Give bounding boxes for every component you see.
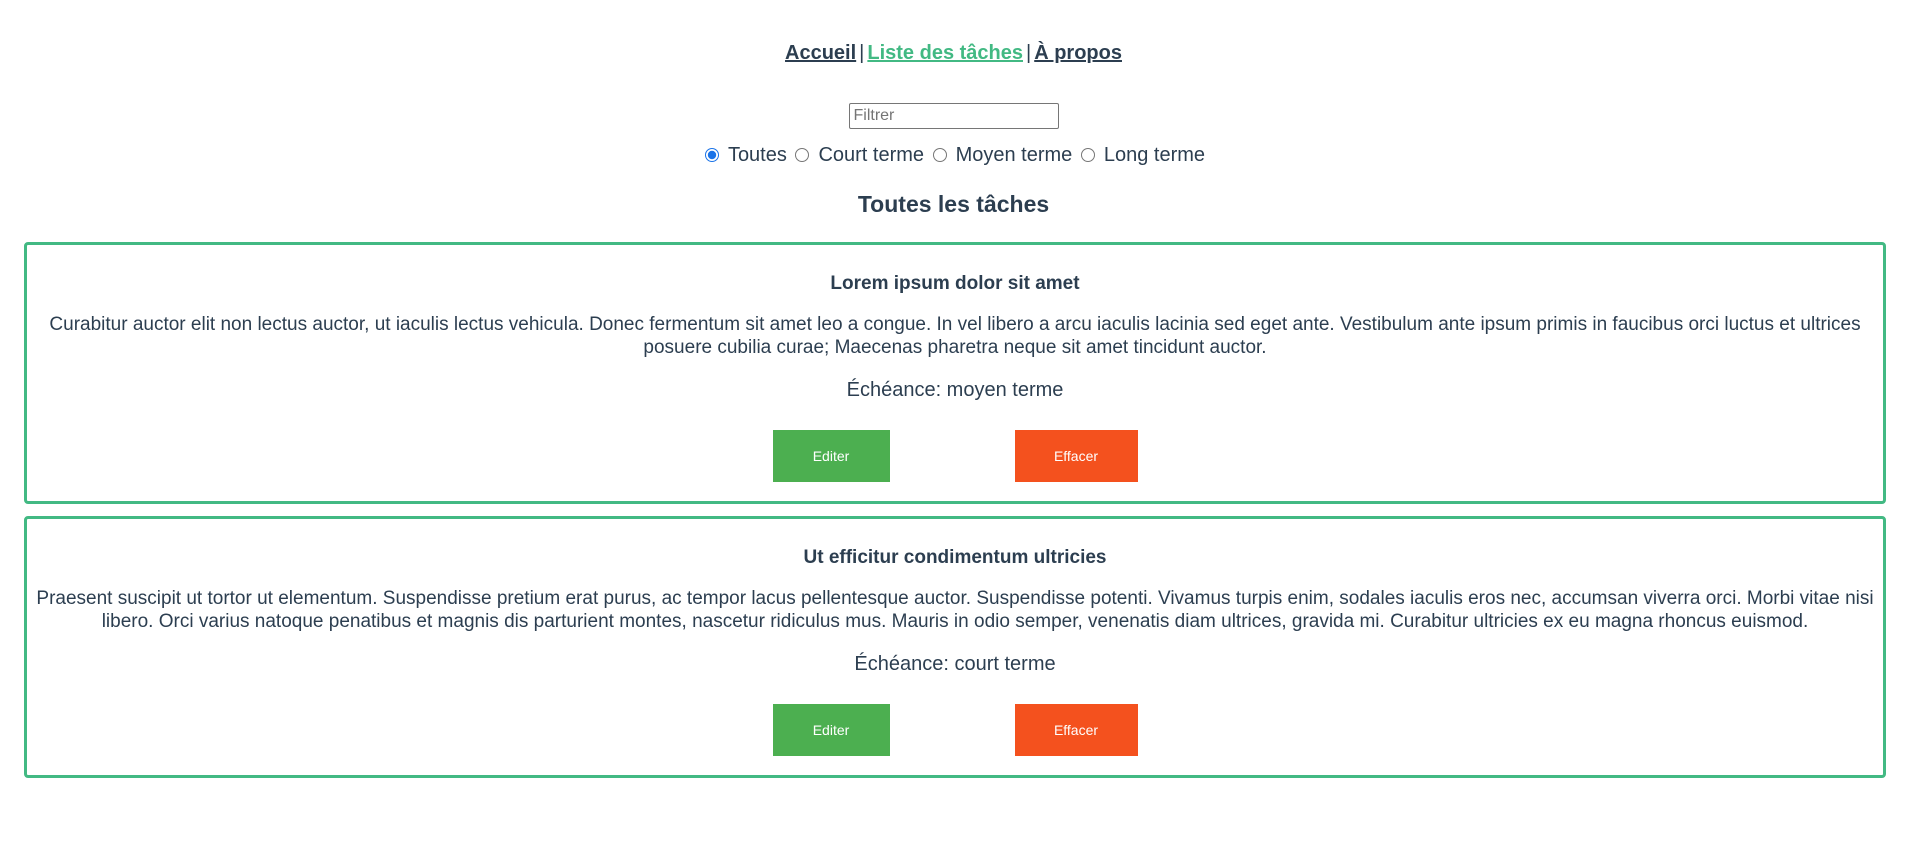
task-actions: Editer Effacer (27, 430, 1883, 501)
nav-separator: | (1026, 42, 1032, 64)
edit-button[interactable]: Editer (772, 704, 890, 756)
radio-all[interactable] (704, 148, 719, 162)
radio-option-medium[interactable]: Moyen terme (930, 143, 1073, 167)
nav-link-home[interactable]: Accueil (785, 42, 856, 64)
radio-label-all: Toutes (727, 144, 787, 166)
radio-label-medium: Moyen terme (955, 144, 1073, 166)
main-nav: Accueil | Liste des tâches | À propos (0, 0, 1907, 70)
radio-long[interactable] (1080, 148, 1095, 162)
task-title: Lorem ipsum dolor sit amet (830, 273, 1080, 294)
app-root: Accueil|Liste des tâches|À propos Toutes… (0, 0, 1907, 854)
task-description: Praesent suscipit ut tortor ut elementum… (36, 588, 1874, 632)
nav-link-tasks[interactable]: Liste des tâches (867, 42, 1023, 64)
nav-link-about[interactable]: À propos (1034, 42, 1122, 64)
filter-input[interactable] (848, 103, 1059, 129)
radio-option-short[interactable]: Court terme (792, 143, 924, 167)
radio-label-long: Long terme (1103, 144, 1206, 166)
nav-separator: | (859, 42, 865, 64)
task-list: Lorem ipsum dolor sit amet Curabitur auc… (24, 242, 1886, 790)
task-due: Échéance: moyen terme (846, 379, 1064, 401)
task-title: Ut efficitur condimentum ultricies (803, 547, 1107, 568)
radio-option-long[interactable]: Long terme (1078, 143, 1205, 167)
radio-short[interactable] (795, 148, 810, 162)
radio-medium[interactable] (932, 148, 947, 162)
filter-container (0, 103, 1907, 131)
radio-label-short: Court terme (818, 144, 925, 166)
task-card: Ut efficitur condimentum ultricies Praes… (24, 516, 1886, 778)
delete-button[interactable]: Effacer (1014, 430, 1138, 482)
task-actions: Editer Effacer (27, 704, 1883, 775)
task-due: Échéance: court terme (854, 653, 1056, 675)
list-title: Toutes les tâches (857, 191, 1050, 217)
term-filter-radios: Toutes Court terme Moyen terme Long term… (0, 143, 1907, 167)
radio-option-all[interactable]: Toutes (702, 143, 787, 167)
task-card: Lorem ipsum dolor sit amet Curabitur auc… (24, 242, 1886, 504)
delete-button[interactable]: Effacer (1014, 704, 1138, 756)
task-description: Curabitur auctor elit non lectus auctor,… (49, 314, 1861, 358)
edit-button[interactable]: Editer (772, 430, 890, 482)
